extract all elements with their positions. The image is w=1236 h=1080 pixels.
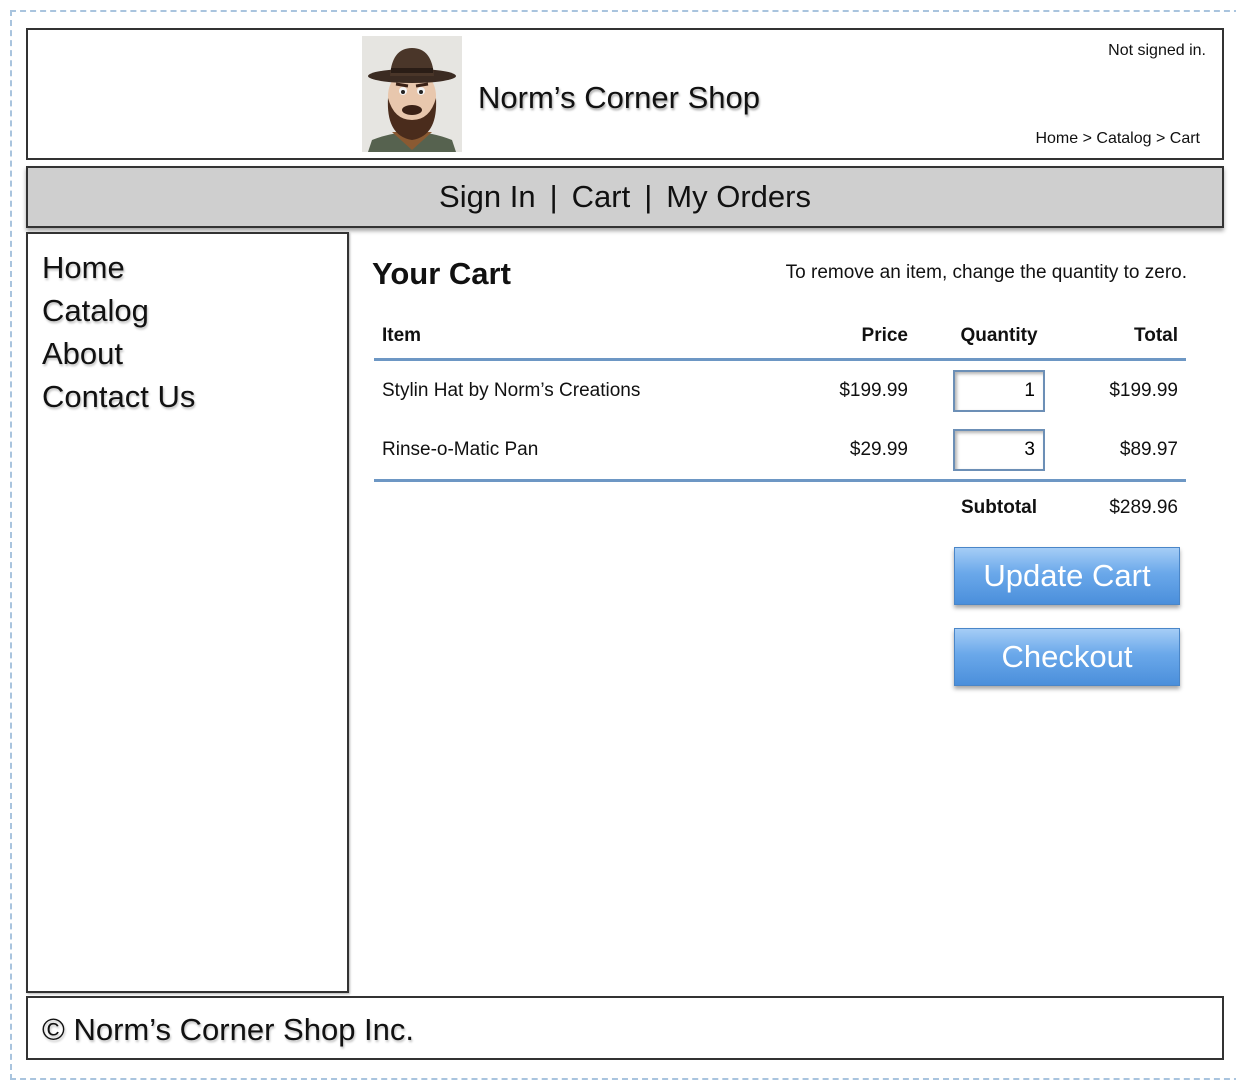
sidebar-item-about[interactable]: About — [42, 332, 347, 375]
nav-my-orders-link[interactable]: My Orders — [656, 179, 821, 215]
norm-mascot-logo — [362, 36, 462, 152]
sidebar: Home Catalog About Contact Us — [26, 232, 349, 993]
shop-name: Norm’s Corner Shop — [478, 80, 760, 115]
subtotal-row: Subtotal $289.96 — [374, 481, 1186, 535]
item-name: Rinse-o-Matic Pan — [374, 420, 780, 482]
mascot-image-icon — [362, 36, 462, 152]
subtotal-label: Subtotal — [961, 497, 1037, 518]
quantity-cell — [916, 420, 1082, 482]
sidebar-item-catalog[interactable]: Catalog — [42, 289, 347, 332]
nav-separator: | — [549, 179, 558, 214]
top-navigation-bar: Sign In | Cart | My Orders — [26, 166, 1224, 228]
signed-in-status: Not signed in. — [1108, 42, 1206, 59]
nav-separator: | — [644, 179, 653, 214]
table-header-row: Item Price Quantity Total — [374, 314, 1186, 361]
column-header-price: Price — [780, 314, 916, 361]
item-price: $29.99 — [780, 420, 916, 482]
sidebar-menu: Home Catalog About Contact Us — [28, 234, 347, 418]
quantity-cell — [916, 360, 1082, 421]
site-footer: © Norm’s Corner Shop Inc. — [26, 996, 1224, 1060]
column-header-item: Item — [374, 314, 780, 361]
copyright-text: © Norm’s Corner Shop Inc. — [42, 1012, 415, 1047]
sidebar-item-contact-us[interactable]: Contact Us — [42, 375, 347, 418]
site-header: Norm’s Corner Shop Not signed in. Home >… — [26, 28, 1224, 160]
item-total: $89.97 — [1082, 420, 1186, 482]
column-header-quantity: Quantity — [916, 314, 1082, 361]
subtotal-value: $289.96 — [1109, 497, 1178, 518]
quantity-input[interactable] — [953, 428, 1045, 471]
nav-cart-link[interactable]: Cart — [562, 179, 641, 215]
cart-table: Item Price Quantity Total Stylin Hat by … — [374, 314, 1186, 534]
quantity-input[interactable] — [953, 369, 1045, 412]
update-cart-button[interactable]: Update Cart — [954, 547, 1180, 605]
item-name: Stylin Hat by Norm’s Creations — [382, 379, 641, 401]
item-price: $199.99 — [839, 379, 908, 401]
nav-sign-in-link[interactable]: Sign In — [429, 179, 546, 215]
table-row: Rinse-o-Matic Pan $29.99 $89.97 — [374, 420, 1186, 482]
column-header-total: Total — [1082, 314, 1186, 361]
item-total: $199.99 — [1109, 379, 1178, 401]
breadcrumb: Home > Catalog > Cart — [1035, 130, 1200, 147]
remove-item-hint: To remove an item, change the quantity t… — [785, 262, 1187, 283]
sidebar-item-home[interactable]: Home — [42, 246, 347, 289]
table-row: Stylin Hat by Norm’s Creations $199.99 $… — [374, 360, 1186, 421]
checkout-button[interactable]: Checkout — [954, 628, 1180, 686]
page-title: Your Cart — [372, 256, 511, 291]
